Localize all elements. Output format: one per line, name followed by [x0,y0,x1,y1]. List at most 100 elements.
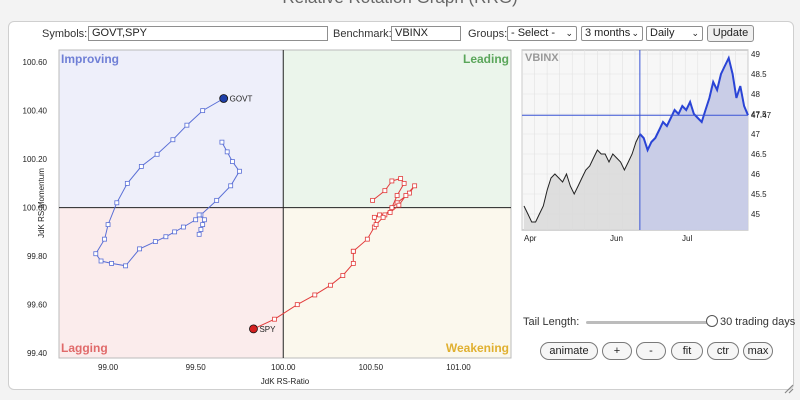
spy-trail-point [382,188,388,194]
spy-trail-point [350,261,356,266]
tail-length-label: Tail Length: [523,316,580,328]
spy-label: SPY [259,325,276,334]
side-y-tick-label: 49 [751,50,760,59]
govt-trail-point [180,224,186,230]
spy-trail-point [380,214,386,220]
y-tick-label: 99.40 [27,349,48,358]
spy-trail-point [340,273,346,278]
govt-trail-point [102,236,107,242]
spy-trail-point [389,178,395,184]
govt-trail-point [219,139,225,145]
govt-trail-point [109,261,114,266]
y-axis-label: JdK RS-Momentum [37,168,46,238]
y-tick-label: 100.60 [23,58,48,67]
govt-trail-point [184,122,190,128]
zoom-in-button[interactable]: + [602,342,632,360]
govt-trail-point [214,197,220,203]
spy-trail-point [412,183,418,189]
animate-button[interactable]: animate [540,342,598,360]
x-tick-label: 100.00 [271,363,296,372]
govt-trail-point [93,251,99,257]
side-chart-title: VBINX [525,52,559,64]
tail-length-value: 30 trading days [720,316,796,328]
govt-head-marker [219,94,229,103]
spy-trail-point [387,210,393,215]
resize-grip-icon[interactable] [782,382,794,394]
govt-trail-point [138,164,144,169]
govt-trail-point [152,239,158,244]
spy-trail-point [364,236,370,242]
govt-trail-point [105,222,111,228]
govt-label: GOVT [230,95,253,104]
spy-trail-point [294,302,300,308]
tail-length-slider-handle[interactable] [706,315,718,327]
govt-trail-point [193,217,199,223]
side-y-tick-label: 47 [751,130,760,139]
spy-trail-point [403,193,409,198]
x-tick-label: 99.00 [98,363,119,372]
spy-trail-point [371,214,377,220]
x-tick-label: 99.50 [186,363,207,372]
fit-button[interactable]: fit [671,342,703,360]
govt-trail-point [237,168,242,174]
govt-trail-point [163,234,169,240]
side-y-tick-label: 45 [751,210,760,219]
govt-trail-point [137,246,142,252]
govt-trail-point [154,151,160,157]
govt-trail-point [172,229,178,235]
spy-trail-point [272,316,277,322]
side-y-tick-label: 46 [751,170,760,179]
govt-trail-point [196,231,202,237]
spy-trail-point [312,292,318,298]
govt-trail-point [224,149,230,155]
quadrant-leading [283,50,511,208]
spy-trail-point [401,180,407,186]
max-button[interactable]: max [743,342,773,360]
govt-trail-point [230,159,235,164]
rrg-chart: 99.00 99.50 100.00 100.50 101.00 100.60 100.40… [23,49,772,386]
govt-trail-point [170,137,176,143]
govt-trail-point [202,217,207,223]
y-tick-label: 100.20 [23,155,48,164]
center-button[interactable]: ctr [707,342,739,360]
zoom-out-button[interactable]: - [636,342,666,360]
spy-trail-point [350,248,356,254]
spy-trail-point [394,193,400,198]
side-y-tick-label: 45.5 [751,190,767,199]
govt-trail-point [228,183,234,189]
side-current-value: 47.47 [751,111,772,120]
govt-trail-point [98,258,104,264]
quadrant-label-improving: Improving [61,52,119,66]
tail-length-track [586,321,714,324]
quadrant-label-lagging: Lagging [61,341,108,355]
govt-trail-point [124,180,130,186]
quadrant-improving [59,50,284,208]
spy-head-marker [249,324,258,334]
spy-trail-point [373,222,379,228]
side-x-tick-label: Jun [610,234,623,243]
side-x-tick-label: Jul [682,234,692,243]
y-tick-label: 100.40 [23,107,48,116]
x-tick-label: 101.00 [446,363,471,372]
x-axis-label: JdK RS-Ratio [261,377,310,386]
x-tick-label: 100.50 [359,363,384,372]
govt-trail-point [200,222,206,228]
govt-trail-point [198,227,204,232]
spy-trail-point [396,202,402,208]
side-y-tick-label: 48.5 [751,70,767,79]
spy-trail-point [389,205,395,211]
quadrant-weakening [283,207,511,358]
govt-trail-point [123,263,128,269]
govt-trail-point [114,200,120,206]
spy-trail-point [398,176,404,181]
quadrant-label-leading: Leading [463,52,509,66]
y-tick-label: 99.80 [27,252,48,261]
side-y-tick-label: 46.5 [751,150,767,159]
govt-trail-point [196,212,202,218]
side-x-tick-label: Apr [524,234,537,243]
quadrant-lagging [59,207,284,358]
side-y-tick-label: 48 [751,90,760,99]
govt-trail-point [200,108,206,114]
y-tick-label: 99.60 [27,301,48,310]
quadrant-label-weakening: Weakening [446,341,509,355]
